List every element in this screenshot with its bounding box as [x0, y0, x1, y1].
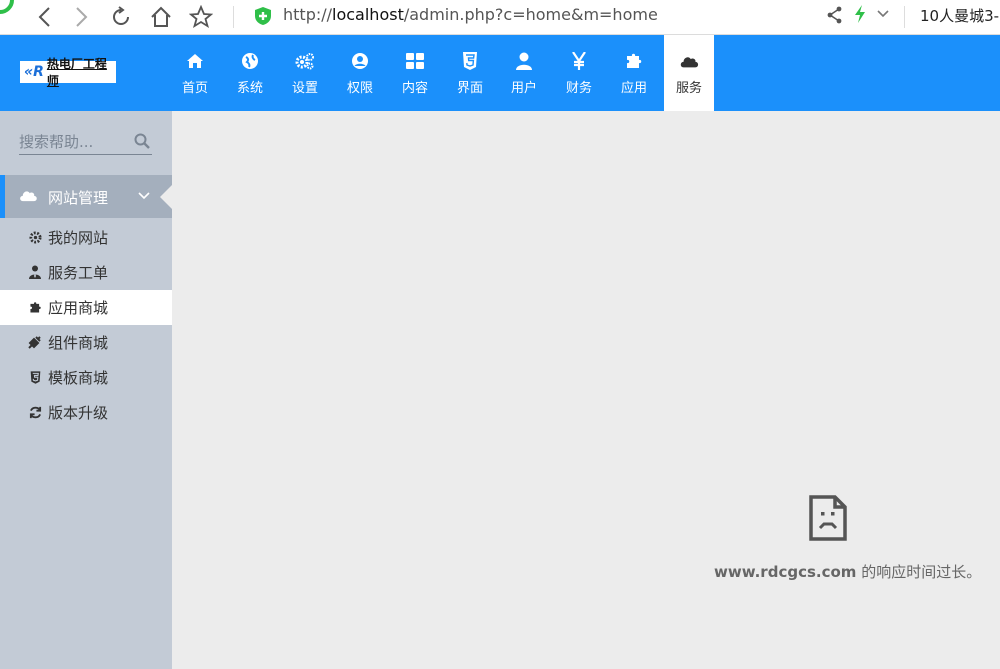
html5-icon: [28, 370, 42, 384]
nav-item-apps[interactable]: 应用: [607, 35, 661, 111]
puzzle-icon: [624, 51, 644, 71]
menu-label: 版本升级: [48, 404, 109, 422]
sidebar-item-service-tickets[interactable]: 服务工单: [0, 255, 172, 290]
bolt-icon[interactable]: [854, 5, 866, 27]
sidebar-item-component-store[interactable]: 组件商城: [0, 325, 172, 360]
url-host: localhost: [332, 5, 404, 24]
browser-logo-icon: [0, 0, 14, 14]
cloud-icon: [679, 51, 699, 71]
user-circle-icon: [350, 51, 370, 71]
sidebar: 搜索帮助... 网站管理 我的网站 服务工单 应用商城 组件商城 模板商城 版本…: [0, 111, 172, 669]
nav-label: 用户: [510, 80, 537, 96]
nav-item-finance[interactable]: 财务: [552, 35, 606, 111]
error-message: www.rdcgcs.com 的响应时间过长。: [714, 561, 981, 582]
error-host: www.rdcgcs.com: [714, 563, 857, 581]
secure-shield-icon[interactable]: [254, 6, 272, 26]
error-text: 的响应时间过长。: [856, 563, 982, 581]
logo-text: 热电厂工程师: [46, 57, 107, 88]
forward-icon[interactable]: [68, 4, 94, 30]
nav-item-settings[interactable]: 设置: [278, 35, 332, 111]
sidebar-item-version-upgrade[interactable]: 版本升级: [0, 395, 172, 430]
nav-label: 服务: [675, 80, 702, 96]
puzzle-icon: [28, 300, 42, 314]
toolbar-divider: [904, 6, 905, 28]
chevron-down-icon[interactable]: [876, 4, 890, 28]
nav-item-home[interactable]: 首页: [168, 35, 222, 111]
nav-item-system[interactable]: 系统: [223, 35, 277, 111]
grid-icon: [405, 51, 425, 71]
nav-label: 界面: [456, 80, 483, 96]
user-tie-icon: [28, 265, 42, 279]
nav-label: 首页: [181, 80, 208, 96]
bookmark-star-icon[interactable]: [188, 4, 214, 30]
address-bar[interactable]: http://localhost/admin.php?c=home&m=home: [283, 5, 658, 24]
gears-icon: [295, 51, 315, 71]
gear-icon: [28, 230, 42, 244]
nav-item-permissions[interactable]: 权限: [333, 35, 387, 111]
sidebar-search[interactable]: 搜索帮助...: [19, 129, 152, 155]
site-logo[interactable]: «R 热电厂工程师: [20, 57, 116, 88]
nav-item-users[interactable]: 用户: [497, 35, 551, 111]
menu-label: 模板商城: [48, 369, 109, 387]
refresh-icon: [28, 405, 42, 419]
group-label: 网站管理: [48, 189, 109, 207]
cloud-icon: [18, 187, 38, 205]
active-indicator: [0, 175, 5, 218]
nav-label: 财务: [565, 80, 592, 96]
active-notch: [160, 185, 172, 209]
nav-item-content[interactable]: 内容: [388, 35, 442, 111]
sidebar-group-website-management[interactable]: 网站管理: [0, 175, 172, 218]
chevron-down-icon[interactable]: [138, 187, 150, 207]
share-icon[interactable]: [827, 6, 843, 28]
search-input[interactable]: 搜索帮助...: [19, 131, 93, 152]
logo-mark-icon: «R: [24, 64, 44, 80]
globe-icon: [240, 51, 260, 71]
nav-label: 系统: [236, 80, 263, 96]
home-icon[interactable]: [148, 4, 174, 30]
html5-icon: [460, 51, 480, 71]
broken-page-icon: [808, 494, 848, 542]
search-icon[interactable]: [134, 133, 150, 149]
plug-icon: [28, 335, 42, 349]
nav-item-services[interactable]: 服务: [664, 35, 714, 111]
user-icon: [514, 51, 534, 71]
nav-label: 应用: [620, 80, 647, 96]
reload-icon[interactable]: [108, 4, 134, 30]
menu-label: 服务工单: [48, 264, 109, 282]
nav-item-interface[interactable]: 界面: [443, 35, 497, 111]
nav-label: 设置: [291, 80, 318, 96]
nav-label: 内容: [401, 80, 428, 96]
menu-label: 应用商城: [48, 299, 109, 317]
top-navigation: «R 热电厂工程师 首页 系统 设置 权限 内容 界面 用户 财务 应用 服务: [0, 35, 1000, 111]
news-ticker[interactable]: 10人曼城3-: [920, 5, 999, 26]
toolbar-divider: [233, 6, 234, 28]
menu-label: 我的网站: [48, 229, 109, 247]
browser-toolbar: http://localhost/admin.php?c=home&m=home…: [0, 0, 1000, 35]
home-icon: [185, 51, 205, 71]
content-frame: www.rdcgcs.com 的响应时间过长。: [172, 111, 1000, 669]
url-prefix: http://: [283, 5, 333, 24]
menu-label: 组件商城: [48, 334, 109, 352]
url-path: /admin.php?c=home&m=home: [403, 5, 658, 24]
sidebar-item-my-website[interactable]: 我的网站: [0, 220, 172, 255]
nav-label: 权限: [346, 80, 373, 96]
yen-icon: [569, 51, 589, 71]
sidebar-item-app-store[interactable]: 应用商城: [0, 290, 172, 325]
sidebar-item-template-store[interactable]: 模板商城: [0, 360, 172, 395]
back-icon[interactable]: [32, 4, 58, 30]
